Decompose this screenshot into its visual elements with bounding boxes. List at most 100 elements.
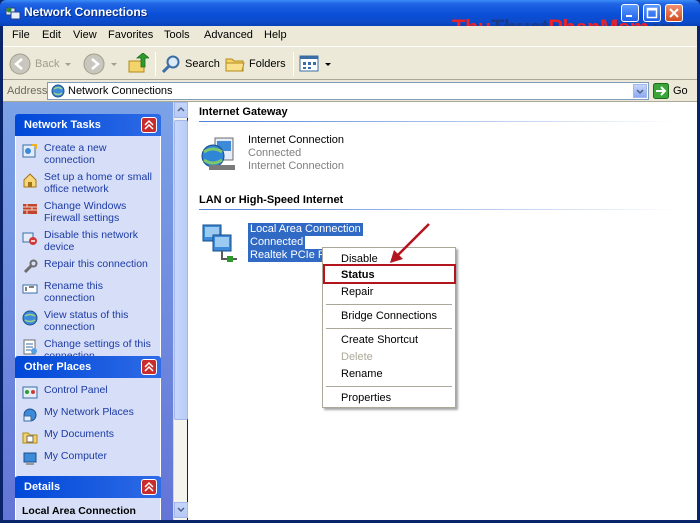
chevron-up-icon [144, 119, 154, 130]
other-places-panel: Other Places Control Panel My Network Pl… [15, 356, 161, 477]
new-connection-icon [22, 144, 37, 158]
views-icon [299, 55, 319, 72]
scroll-down-button[interactable] [174, 502, 188, 518]
menu-separator [326, 386, 452, 387]
scroll-up-button[interactable] [174, 102, 188, 118]
connection-name: Local Area Connection [248, 223, 363, 236]
forward-arrow-icon [83, 53, 105, 75]
up-folder-icon [128, 53, 149, 73]
views-button[interactable] [299, 52, 333, 76]
network-icon [51, 84, 65, 98]
back-button[interactable]: Back [9, 52, 73, 76]
go-arrow-icon [653, 83, 669, 99]
chevron-down-icon [636, 89, 644, 95]
group-divider [199, 209, 679, 210]
connection-status: Connected [248, 236, 306, 249]
address-bar: Address Network Connections Go [3, 80, 697, 102]
lan-connection-icon [202, 224, 237, 262]
other-places-header[interactable]: Other Places [15, 356, 161, 378]
address-value: Network Connections [68, 85, 173, 97]
place-control-panel[interactable]: Control Panel [22, 384, 154, 401]
menu-item-delete: Delete [341, 351, 373, 363]
search-icon [161, 55, 180, 74]
chevron-up-icon [144, 361, 154, 372]
menu-favorites[interactable]: Favorites [108, 29, 153, 41]
collapse-button[interactable] [141, 479, 157, 495]
folders-icon [225, 58, 245, 72]
internet-connection-item[interactable]: Internet Connection Connected Internet C… [201, 134, 381, 176]
menu-item-repair[interactable]: Repair [341, 286, 373, 298]
panel-title: Details [24, 481, 61, 493]
rename-icon [22, 284, 38, 294]
menu-item-status[interactable]: Status [341, 269, 375, 281]
menu-help[interactable]: Help [264, 29, 287, 41]
task-pane: Network Tasks Create a new connection Se… [3, 102, 173, 520]
connection-name: Internet Connection [248, 134, 345, 146]
back-arrow-icon [9, 53, 31, 75]
panel-title: Network Tasks [24, 119, 101, 131]
menu-advanced[interactable]: Advanced [204, 29, 253, 41]
task-firewall-settings[interactable]: Change Windows Firewall settings [22, 200, 154, 224]
chevron-down-icon [325, 63, 331, 66]
task-disable-device[interactable]: Disable this network device [22, 229, 154, 253]
address-dropdown-button[interactable] [633, 84, 647, 98]
collapse-button[interactable] [141, 359, 157, 375]
chevron-down-icon [111, 63, 117, 66]
firewall-icon [23, 204, 37, 214]
task-home-network[interactable]: Set up a home or small office network [22, 171, 154, 195]
search-button[interactable]: Search [161, 52, 220, 76]
toolbar-separator [293, 52, 294, 76]
place-my-computer[interactable]: My Computer [22, 450, 154, 467]
task-create-connection[interactable]: Create a new connection [22, 142, 154, 166]
network-tasks-panel: Network Tasks Create a new connection Se… [15, 114, 161, 372]
menu-separator [326, 328, 452, 329]
connection-status: Connected [248, 147, 302, 159]
window-title: Network Connections [24, 5, 148, 19]
settings-page-icon [23, 339, 37, 355]
toolbar: Back Search Folders [3, 46, 697, 80]
annotation-arrow-icon [390, 223, 430, 263]
menu-item-bridge-connections[interactable]: Bridge Connections [341, 310, 437, 322]
place-my-network-places[interactable]: My Network Places [22, 406, 154, 423]
scroll-thumb[interactable] [174, 120, 188, 420]
menu-item-create-shortcut[interactable]: Create Shortcut [341, 334, 418, 346]
menu-tools[interactable]: Tools [164, 29, 190, 41]
menu-item-rename[interactable]: Rename [341, 368, 383, 380]
up-folder-button[interactable] [127, 52, 149, 76]
address-input[interactable]: Network Connections [47, 82, 649, 100]
group-header-internet-gateway: Internet Gateway [199, 106, 288, 118]
documents-folder-icon [22, 432, 38, 444]
menu-view[interactable]: View [73, 29, 97, 41]
details-name: Local Area Connection [22, 505, 136, 517]
place-my-documents[interactable]: My Documents [22, 428, 154, 445]
group-divider [199, 121, 679, 122]
chevron-up-icon [177, 106, 185, 112]
vertical-scrollbar[interactable] [173, 102, 188, 520]
computer-icon [23, 452, 37, 465]
menu-separator [326, 304, 452, 305]
menu-edit[interactable]: Edit [42, 29, 61, 41]
menu-bar: File Edit View Favorites Tools Advanced … [3, 26, 697, 46]
collapse-button[interactable] [141, 117, 157, 133]
network-tasks-header[interactable]: Network Tasks [15, 114, 161, 136]
go-button[interactable]: Go [653, 82, 688, 100]
chevron-down-icon [65, 63, 72, 66]
connection-type: Internet Connection [248, 160, 345, 172]
forward-button[interactable] [83, 52, 119, 76]
task-rename-connection[interactable]: Rename this connection [22, 280, 154, 304]
context-menu: Disable Status Repair Bridge Connections… [322, 247, 456, 408]
menu-item-properties[interactable]: Properties [341, 392, 391, 404]
task-repair-connection[interactable]: Repair this connection [22, 258, 154, 275]
disable-device-icon [22, 232, 37, 245]
task-view-status[interactable]: View status of this connection [22, 309, 154, 333]
chevron-down-icon [177, 507, 185, 513]
chevron-up-icon [144, 481, 154, 492]
folders-button[interactable]: Folders [225, 52, 286, 76]
details-header[interactable]: Details [15, 476, 161, 498]
address-label: Address [7, 85, 48, 97]
status-globe-icon [22, 310, 38, 326]
network-connections-icon [5, 7, 21, 20]
control-panel-icon [22, 386, 38, 399]
menu-file[interactable]: File [12, 29, 30, 41]
panel-title: Other Places [24, 361, 92, 373]
